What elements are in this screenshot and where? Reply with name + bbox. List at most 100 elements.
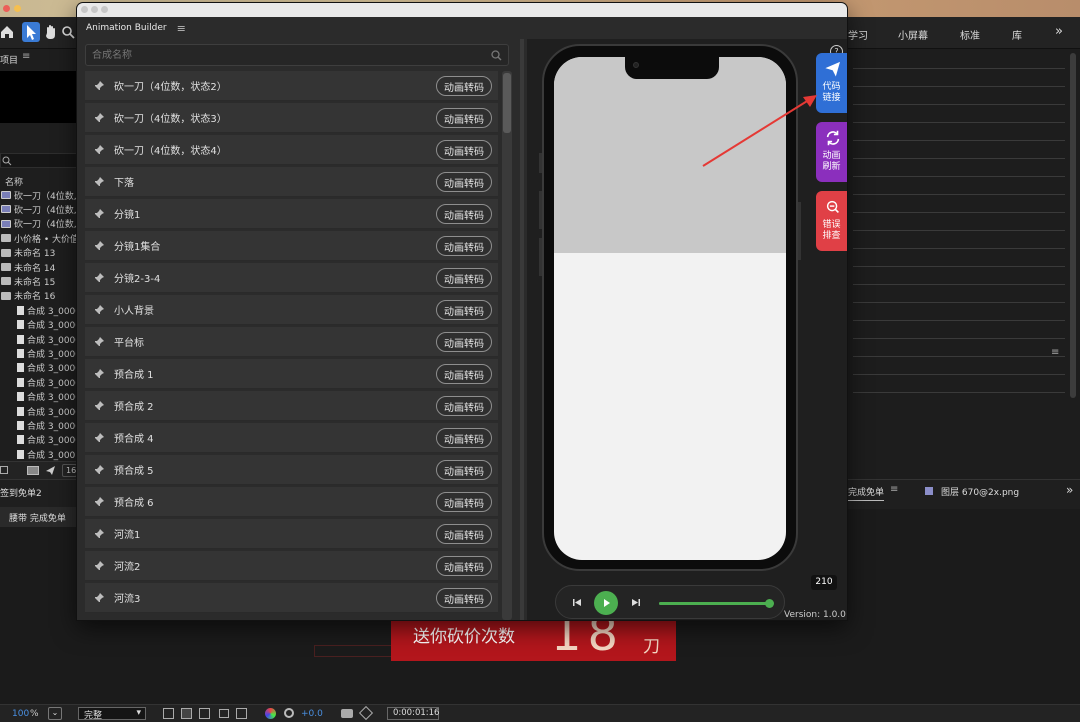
project-search-input[interactable]	[0, 153, 77, 168]
composition-row[interactable]: 预合成 5 动画转码	[85, 455, 498, 485]
composition-row[interactable]: 小人背景 动画转码	[85, 295, 498, 325]
pin-icon[interactable]	[93, 400, 105, 412]
composition-row[interactable]: 砍一刀（4位数，状态4） 动画转码	[85, 135, 498, 165]
workspace-library[interactable]: 库	[1012, 27, 1022, 42]
tab-menu-icon[interactable]: ≡	[890, 484, 898, 495]
panel-minimize-dot[interactable]	[91, 6, 98, 13]
window-minimize-dot[interactable]	[14, 5, 21, 12]
project-item[interactable]: 未命名 15	[0, 274, 77, 288]
panel-menu-icon[interactable]: ≡	[1051, 347, 1059, 358]
grid-icon[interactable]	[236, 708, 247, 719]
error-check-button[interactable]: 错误 排查	[816, 191, 847, 251]
pin-icon[interactable]	[93, 80, 105, 92]
workspace-learn[interactable]: 学习	[848, 27, 868, 42]
project-item[interactable]: 合成 3_0000	[0, 418, 77, 432]
exposure-reset-icon[interactable]	[284, 708, 294, 718]
project-item[interactable]: 砍一刀（4位数,	[0, 188, 77, 202]
convert-animation-button[interactable]: 动画转码	[436, 556, 492, 576]
composition-search[interactable]	[85, 44, 509, 66]
pin-icon[interactable]	[93, 144, 105, 156]
pin-icon[interactable]	[93, 208, 105, 220]
composition-row[interactable]: 分镜2-3-4 动画转码	[85, 263, 498, 293]
project-item[interactable]: 合成 3_0000	[0, 346, 77, 360]
exposure-value[interactable]: +0.0	[301, 709, 323, 719]
composition-row[interactable]: 预合成 6 动画转码	[85, 487, 498, 517]
composition-row[interactable]: 下落 动画转码	[85, 167, 498, 197]
folder-new-icon[interactable]	[0, 466, 8, 474]
pin-icon[interactable]	[93, 336, 105, 348]
convert-animation-button[interactable]: 动画转码	[436, 268, 492, 288]
convert-animation-button[interactable]: 动画转码	[436, 108, 492, 128]
project-item[interactable]: 砍一刀（4位数,	[0, 217, 77, 231]
pin-icon[interactable]	[93, 304, 105, 316]
home-icon[interactable]	[0, 25, 14, 39]
snapshot-camera-icon[interactable]	[341, 709, 353, 718]
project-item[interactable]: 合成 3_0000	[0, 361, 77, 375]
composition-row[interactable]: 河流1 动画转码	[85, 519, 498, 549]
composition-row[interactable]: 分镜1集合 动画转码	[85, 231, 498, 261]
convert-animation-button[interactable]: 动画转码	[436, 300, 492, 320]
list-scrollbar[interactable]	[502, 71, 512, 620]
zoom-value[interactable]: 100	[12, 709, 29, 719]
pin-icon[interactable]	[93, 368, 105, 380]
timeline-subtab[interactable]: 腰带 完成免单	[9, 511, 66, 524]
composition-row[interactable]: 砍一刀（4位数，状态2） 动画转码	[85, 71, 498, 101]
panel-close-dot[interactable]	[81, 6, 88, 13]
right-scrollbar[interactable]	[1070, 53, 1076, 398]
show-snapshot-icon[interactable]	[358, 705, 374, 721]
play-button[interactable]	[594, 591, 618, 615]
transparency-grid-icon[interactable]	[181, 708, 192, 719]
convert-animation-button[interactable]: 动画转码	[436, 140, 492, 160]
list-scrollbar-thumb[interactable]	[503, 73, 511, 133]
convert-animation-button[interactable]: 动画转码	[436, 428, 492, 448]
workspace-standard[interactable]: 标准	[960, 27, 980, 42]
composition-row[interactable]: 砍一刀（4位数，状态3） 动画转码	[85, 103, 498, 133]
skip-back-icon[interactable]	[573, 598, 582, 607]
convert-animation-button[interactable]: 动画转码	[436, 364, 492, 384]
region-icon[interactable]	[163, 708, 174, 719]
timeline-overflow-icon[interactable]: »	[1066, 483, 1073, 497]
project-item[interactable]: 合成 3_0000	[0, 332, 77, 346]
project-item[interactable]: 合成 3_0000	[0, 404, 77, 418]
project-item[interactable]: 未命名 14	[0, 260, 77, 274]
pin-icon[interactable]	[93, 464, 105, 476]
composition-row[interactable]: 分镜1 动画转码	[85, 199, 498, 229]
progress-track[interactable]	[659, 599, 774, 608]
composition-row[interactable]: 平台标 动画转码	[85, 327, 498, 357]
paper-plane-icon[interactable]	[45, 465, 56, 476]
progress-handle[interactable]	[764, 599, 774, 608]
convert-animation-button[interactable]: 动画转码	[436, 172, 492, 192]
composition-row[interactable]: 预合成 2 动画转码	[85, 391, 498, 421]
divider-line[interactable]	[520, 39, 524, 620]
pin-icon[interactable]	[93, 528, 105, 540]
convert-animation-button[interactable]: 动画转码	[436, 492, 492, 512]
composition-row[interactable]: 河流3 动画转码	[85, 583, 498, 613]
panel-zoom-dot[interactable]	[101, 6, 108, 13]
frame-count-field[interactable]: 16	[62, 464, 77, 477]
project-item[interactable]: 砍一刀（4位数,	[0, 202, 77, 216]
convert-animation-button[interactable]: 动画转码	[436, 236, 492, 256]
convert-animation-button[interactable]: 动画转码	[436, 524, 492, 544]
pin-icon[interactable]	[93, 592, 105, 604]
search-icon[interactable]	[491, 50, 502, 61]
color-channel-icon[interactable]	[265, 708, 276, 719]
right-timeline-tab[interactable]: 完成免单	[848, 485, 885, 501]
safe-area-icon[interactable]	[219, 709, 229, 718]
project-item[interactable]: 合成 3_0000	[0, 318, 77, 332]
new-comp-icon[interactable]	[27, 466, 39, 475]
pin-icon[interactable]	[93, 112, 105, 124]
project-item[interactable]: 未命名 13	[0, 246, 77, 260]
selection-tool-button[interactable]	[22, 22, 40, 42]
convert-animation-button[interactable]: 动画转码	[436, 588, 492, 608]
convert-animation-button[interactable]: 动画转码	[436, 332, 492, 352]
window-close-dot[interactable]	[3, 5, 10, 12]
quality-select[interactable]: 完整 ▾	[78, 707, 146, 721]
convert-animation-button[interactable]: 动画转码	[436, 76, 492, 96]
composition-search-input[interactable]	[92, 48, 482, 62]
convert-animation-button[interactable]: 动画转码	[436, 460, 492, 480]
pin-icon[interactable]	[93, 496, 105, 508]
timeline-tab[interactable]: 签到免单2	[0, 486, 42, 499]
pin-icon[interactable]	[93, 240, 105, 252]
project-tab-label[interactable]: 项目	[0, 53, 18, 66]
pin-icon[interactable]	[93, 176, 105, 188]
